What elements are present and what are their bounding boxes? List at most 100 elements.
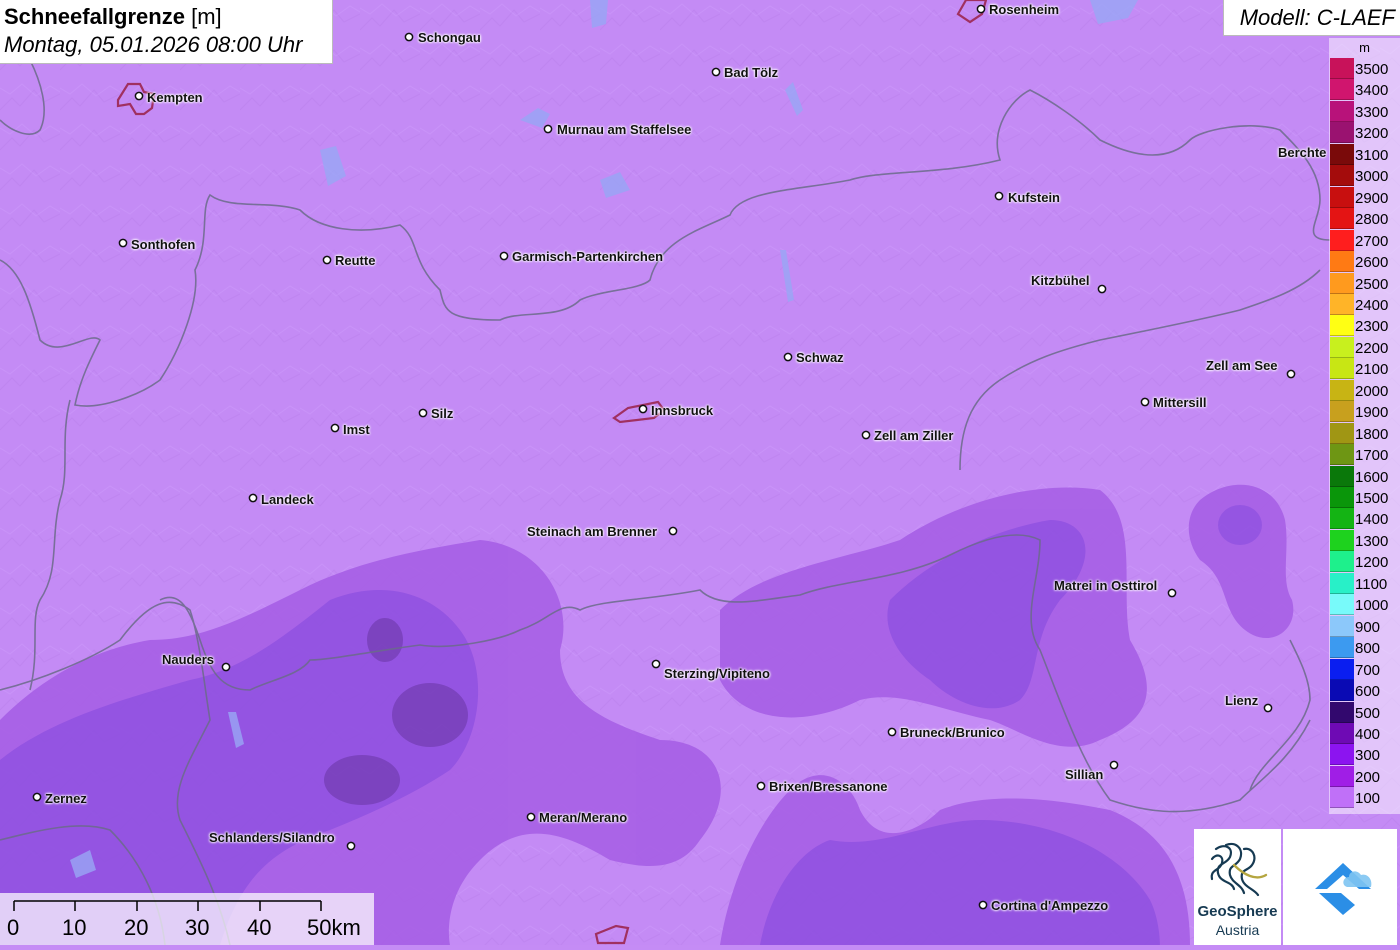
snowfall-limit-map[interactable]	[0, 0, 1400, 945]
city-marker[interactable]	[994, 191, 1004, 201]
legend-swatch	[1330, 79, 1354, 101]
model-name: Modell: C-LAEF	[1239, 5, 1395, 30]
legend-label: 3000	[1355, 168, 1389, 186]
city-marker[interactable]	[32, 792, 42, 802]
app-logo[interactable]	[1283, 829, 1397, 945]
legend-label: 2900	[1355, 189, 1389, 207]
city-label: Berchte	[1278, 145, 1327, 160]
legend-swatch	[1330, 722, 1354, 744]
city-marker[interactable]	[1263, 703, 1273, 713]
city-marker[interactable]	[543, 124, 553, 134]
city-label: Sillian	[1065, 767, 1104, 782]
legend-item: 1300	[1329, 529, 1400, 551]
city-label: Schlanders/Silandro	[209, 830, 335, 845]
legend-label: 3300	[1355, 103, 1389, 121]
geosphere-logo-line1: GeoSphere	[1197, 903, 1278, 920]
legend-label: 400	[1355, 725, 1381, 743]
map-datetime: Montag, 05.01.2026 08:00 Uhr	[4, 32, 303, 57]
legend-item: 1900	[1329, 401, 1400, 423]
zone-pocket-2	[392, 683, 468, 747]
legend-label: 700	[1355, 661, 1381, 679]
legend-item: 1100	[1329, 572, 1400, 594]
legend-swatch	[1330, 58, 1354, 79]
legend-item: 600	[1329, 680, 1400, 702]
legend-label: 1400	[1355, 511, 1389, 529]
city-marker[interactable]	[756, 781, 766, 791]
legend-swatch	[1330, 680, 1354, 702]
city-label: Silz	[431, 406, 454, 421]
legend-label: 2100	[1355, 361, 1389, 379]
title-panel: Schneefallgrenze [m] Montag, 05.01.2026 …	[0, 0, 333, 64]
city-marker[interactable]	[711, 67, 721, 77]
city-marker[interactable]	[783, 352, 793, 362]
city-marker[interactable]	[668, 526, 678, 536]
geosphere-logo-line2: Austria	[1215, 922, 1260, 938]
city-label: Bad Tölz	[724, 65, 779, 80]
city-marker[interactable]	[976, 4, 986, 14]
legend-item: 2600	[1329, 251, 1400, 273]
legend-swatch	[1330, 487, 1354, 508]
city-marker[interactable]	[418, 408, 428, 418]
city-marker[interactable]	[978, 900, 988, 910]
city-marker[interactable]	[134, 91, 144, 101]
legend-label: 3500	[1355, 61, 1389, 78]
city-label: Steinach am Brenner	[527, 524, 658, 539]
legend-label: 1500	[1355, 490, 1389, 507]
city-label: Bruneck/Brunico	[900, 725, 1005, 740]
legend-label: 1100	[1355, 575, 1388, 593]
city-marker[interactable]	[1167, 588, 1177, 598]
city-marker[interactable]	[221, 662, 231, 672]
city-marker[interactable]	[404, 32, 414, 42]
legend-item: 1600	[1329, 465, 1400, 487]
city-marker[interactable]	[1286, 369, 1296, 379]
city-marker[interactable]	[887, 727, 897, 737]
legend-item: 2000	[1329, 379, 1400, 401]
legend-label: 2600	[1355, 254, 1389, 272]
scale-label-10: 10	[62, 915, 87, 940]
legend-label: 1600	[1355, 468, 1389, 486]
city-marker[interactable]	[638, 404, 648, 414]
city-marker[interactable]	[861, 430, 871, 440]
legend-item: 3000	[1329, 165, 1400, 187]
legend-item: 100	[1329, 787, 1400, 809]
legend-item: 500	[1329, 701, 1400, 723]
city-marker[interactable]	[322, 255, 332, 265]
geosphere-logo[interactable]: GeoSphere Austria	[1194, 829, 1281, 945]
legend-swatch	[1330, 551, 1354, 573]
legend-label: 2400	[1355, 296, 1389, 314]
city-marker[interactable]	[526, 812, 536, 822]
legend-swatch	[1330, 465, 1354, 487]
city-label: Kempten	[147, 90, 203, 105]
legend-swatch	[1330, 272, 1354, 294]
legend-label: 3200	[1355, 125, 1389, 143]
city-label: Landeck	[261, 492, 314, 507]
scale-label-0: 0	[7, 915, 20, 940]
legend-swatch	[1330, 122, 1354, 144]
legend-swatch	[1330, 594, 1354, 616]
city-marker[interactable]	[248, 493, 258, 503]
zone-pocket-1	[367, 618, 403, 662]
legend-label: 2300	[1355, 318, 1389, 336]
legend-label: 2800	[1355, 211, 1389, 229]
legend-item: 1700	[1329, 444, 1400, 466]
legend-swatch	[1330, 572, 1354, 594]
legend-swatch	[1330, 251, 1354, 273]
city-marker[interactable]	[1109, 760, 1119, 770]
legend-item: 2800	[1329, 208, 1400, 230]
legend-item: 300	[1329, 744, 1400, 766]
city-marker[interactable]	[330, 423, 340, 433]
city-marker[interactable]	[1140, 397, 1150, 407]
legend-label: 1200	[1355, 554, 1389, 572]
legend-label: 2000	[1355, 382, 1389, 400]
city-marker[interactable]	[499, 251, 509, 261]
legend-label: 1800	[1355, 425, 1389, 443]
legend-swatch	[1330, 208, 1354, 230]
city-marker[interactable]	[346, 841, 356, 851]
city-marker[interactable]	[651, 659, 661, 669]
city-label: Imst	[343, 422, 370, 437]
city-label: Kitzbühel	[1031, 273, 1090, 288]
legend-swatch	[1330, 765, 1354, 787]
legend-label: 600	[1355, 683, 1381, 701]
city-marker[interactable]	[118, 238, 128, 248]
city-marker[interactable]	[1097, 284, 1107, 294]
